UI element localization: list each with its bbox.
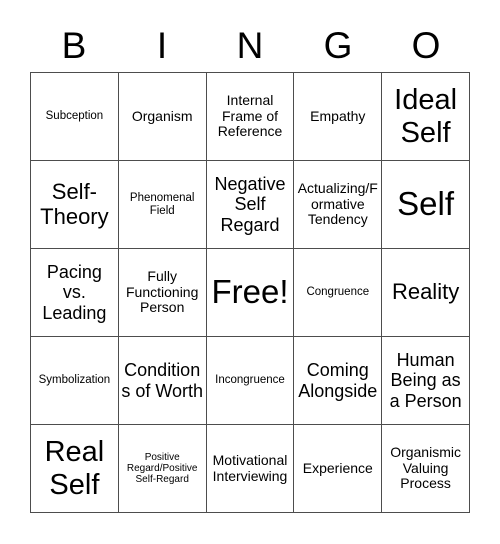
bingo-cell-label: Empathy: [310, 107, 366, 124]
bingo-cell[interactable]: Conditions of Worth: [118, 337, 207, 425]
bingo-cell-label: Organismic Valuing Process: [390, 443, 461, 492]
bingo-cell[interactable]: Motivational Interviewing: [206, 425, 295, 513]
bingo-cell[interactable]: Symbolization: [31, 337, 119, 425]
bingo-cell-label: Reality: [391, 279, 460, 305]
bingo-cell-label: Ideal Self: [394, 84, 458, 149]
bingo-cell-label: Positive Regard/Positive Self-Regard: [126, 451, 198, 486]
bingo-header: B I N G O: [30, 18, 470, 72]
bingo-cell-label: Coming Alongside: [298, 360, 378, 401]
bingo-cell[interactable]: Positive Regard/Positive Self-Regard: [118, 425, 207, 513]
header-letter-n: N: [236, 24, 264, 66]
bingo-cell-label: Conditions of Worth: [121, 360, 204, 401]
bingo-cell[interactable]: Congruence: [294, 249, 383, 337]
bingo-cell[interactable]: Reality: [382, 249, 470, 337]
bingo-cell-label: Organism: [131, 107, 193, 124]
bingo-cell[interactable]: Phenomenal Field: [118, 161, 207, 249]
bingo-cell-label: Fully Functioning Person: [126, 267, 199, 316]
bingo-row: Symbolization Conditions of Worth Incong…: [31, 337, 470, 425]
bingo-cell-label: Congruence: [306, 286, 370, 299]
header-letter-o: O: [411, 24, 441, 66]
bingo-cell-label: Pacing vs. Leading: [42, 262, 107, 323]
bingo-cell-label: Negative Self Regard: [214, 174, 286, 235]
bingo-cell-label: Incongruence: [215, 374, 285, 387]
bingo-cell[interactable]: Actualizing/Formative Tendency: [294, 161, 383, 249]
bingo-cell[interactable]: Organism: [118, 73, 207, 161]
bingo-row: Subception Organism Internal Frame of Re…: [31, 73, 470, 161]
bingo-cell[interactable]: Organismic Valuing Process: [382, 425, 470, 513]
bingo-cell[interactable]: Subception: [31, 73, 119, 161]
header-letter-b: B: [61, 24, 87, 66]
bingo-cell[interactable]: Self-Theory: [31, 161, 119, 249]
bingo-cell[interactable]: Coming Alongside: [294, 337, 383, 425]
bingo-cell-label: Human Being as a Person: [389, 350, 462, 411]
bingo-row: Real Self Positive Regard/Positive Self-…: [31, 425, 470, 513]
bingo-cell-label: Internal Frame of Reference: [217, 91, 283, 140]
bingo-cell-label: Self: [397, 185, 455, 223]
bingo-cell-label: Symbolization: [38, 374, 111, 387]
bingo-cell[interactable]: Internal Frame of Reference: [206, 73, 295, 161]
bingo-cell-label: Subception: [45, 110, 104, 123]
bingo-cell-free[interactable]: Free!: [206, 249, 295, 337]
header-letter-i: I: [156, 24, 168, 66]
bingo-cell[interactable]: Real Self: [31, 425, 119, 513]
bingo-cell[interactable]: Negative Self Regard: [206, 161, 295, 249]
bingo-cell-label: Self-Theory: [40, 178, 109, 229]
bingo-cell-label: Actualizing/Formative Tendency: [297, 179, 378, 228]
bingo-cell-label: Free!: [211, 273, 289, 311]
bingo-cell-label: Experience: [302, 459, 373, 476]
bingo-row: Pacing vs. Leading Fully Functioning Per…: [31, 249, 470, 337]
bingo-card: B I N G O Subception Organism Internal F…: [0, 0, 500, 544]
header-letter-g: G: [323, 24, 353, 66]
bingo-cell[interactable]: Fully Functioning Person: [118, 249, 207, 337]
bingo-cell-label: Phenomenal Field: [129, 191, 195, 217]
bingo-cell[interactable]: Incongruence: [206, 337, 295, 425]
bingo-row: Self-Theory Phenomenal Field Negative Se…: [31, 161, 470, 249]
bingo-grid: Subception Organism Internal Frame of Re…: [30, 72, 470, 513]
bingo-cell-label: Real Self: [44, 436, 105, 501]
bingo-cell[interactable]: Pacing vs. Leading: [31, 249, 119, 337]
bingo-cell-label: Motivational Interviewing: [212, 451, 288, 484]
bingo-cell[interactable]: Human Being as a Person: [382, 337, 470, 425]
bingo-cell[interactable]: Experience: [294, 425, 383, 513]
bingo-cell[interactable]: Empathy: [294, 73, 383, 161]
bingo-cell[interactable]: Self: [382, 161, 470, 249]
bingo-cell[interactable]: Ideal Self: [382, 73, 470, 161]
